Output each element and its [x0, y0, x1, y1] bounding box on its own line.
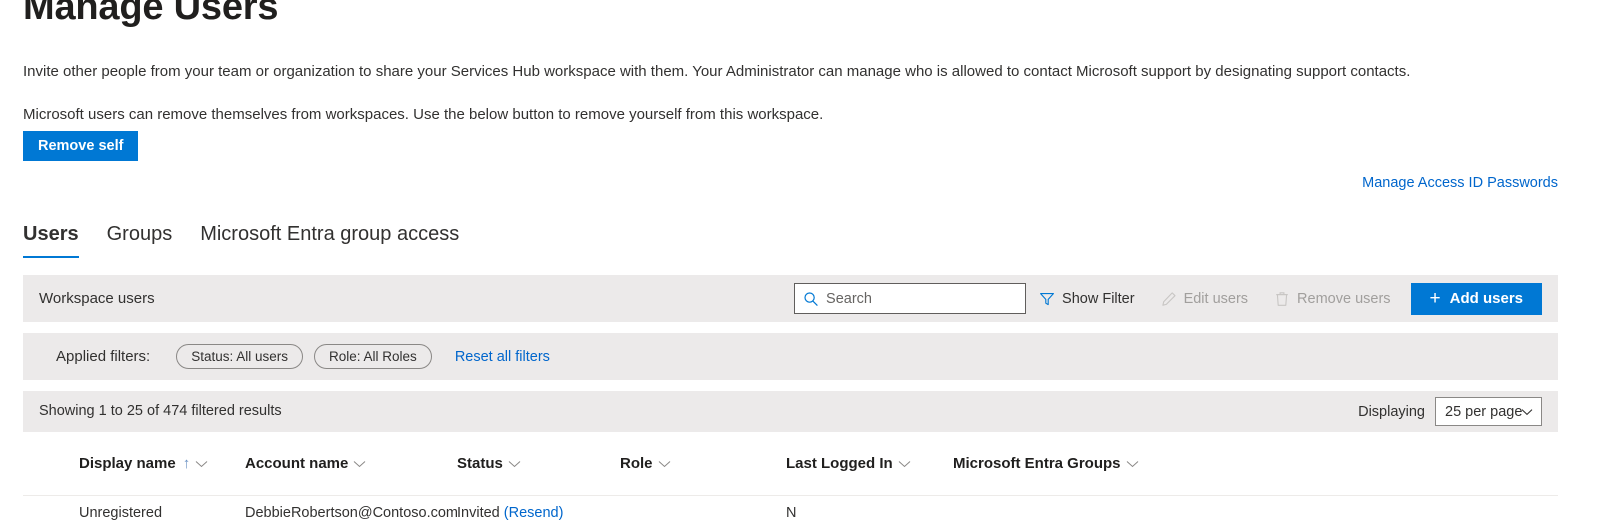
showing-results-text: Showing 1 to 25 of 474 filtered results [39, 403, 282, 419]
column-header-label: Last Logged In [786, 455, 893, 472]
users-table: Display name ↑ Account name Status Role … [23, 432, 1558, 529]
per-page-value: 25 per page [1445, 403, 1523, 420]
trash-icon [1276, 291, 1288, 306]
add-users-label: Add users [1449, 290, 1523, 307]
page-title: Manage Users [23, 0, 279, 28]
column-header-role[interactable]: Role [620, 455, 786, 472]
tab-microsoft-entra-group-access[interactable]: Microsoft Entra group access [200, 222, 459, 258]
resend-invite-link[interactable]: (Resend) [504, 505, 564, 521]
column-header-microsoft-entra-groups[interactable]: Microsoft Entra Groups [953, 455, 1213, 472]
tab-users[interactable]: Users [23, 222, 79, 258]
toolbar-band: Workspace users Show Filter Edit [23, 275, 1558, 322]
chevron-down-icon [1521, 408, 1533, 415]
column-header-status[interactable]: Status [457, 455, 620, 472]
edit-users-label: Edit users [1183, 290, 1249, 307]
remove-self-button[interactable]: Remove self [23, 131, 139, 161]
filter-chip-status[interactable]: Status: All users [176, 344, 304, 369]
search-input[interactable] [826, 290, 1012, 307]
column-header-label: Display name [79, 455, 176, 472]
filter-chip-role[interactable]: Role: All Roles [314, 344, 432, 369]
show-filter-button[interactable]: Show Filter [1026, 283, 1148, 314]
manage-users-page: Manage Users Invite other people from yo… [0, 0, 1622, 529]
filter-icon [1040, 292, 1054, 305]
edit-users-button[interactable]: Edit users [1148, 283, 1261, 314]
applied-filters-band: Applied filters: Status: All users Role:… [23, 333, 1558, 380]
displaying-control: Displaying 25 per page [1358, 391, 1542, 432]
workspace-users-title: Workspace users [39, 290, 155, 307]
column-header-display-name[interactable]: Display name ↑ [79, 455, 245, 472]
tab-bar: Users Groups Microsoft Entra group acces… [23, 222, 487, 258]
cell-account-name: DebbieRobertson@Contoso.com [245, 505, 458, 521]
applied-filters-label: Applied filters: [56, 348, 151, 365]
column-header-label: Microsoft Entra Groups [953, 455, 1121, 472]
applied-filters-row: Applied filters: Status: All users Role:… [56, 333, 550, 380]
results-summary-band: Showing 1 to 25 of 474 filtered results … [23, 391, 1558, 432]
chevron-down-icon [658, 460, 670, 467]
sort-ascending-icon: ↑ [182, 455, 191, 472]
search-box[interactable] [794, 283, 1027, 314]
status-text: Invited [457, 505, 500, 521]
reset-all-filters-link[interactable]: Reset all filters [455, 349, 550, 365]
table-header-row: Display name ↑ Account name Status Role … [23, 432, 1558, 496]
cell-display-name: Unregistered [79, 505, 163, 521]
chevron-down-icon [898, 460, 911, 467]
per-page-select[interactable]: 25 per page [1435, 397, 1542, 426]
show-filter-label: Show Filter [1062, 290, 1135, 307]
column-header-last-logged-in[interactable]: Last Logged In [786, 455, 953, 472]
toolbar-actions: Show Filter Edit users Remove users + Ad… [794, 275, 1542, 322]
manage-access-id-passwords-link[interactable]: Manage Access ID Passwords [1362, 175, 1558, 191]
remove-users-button[interactable]: Remove users [1261, 283, 1403, 314]
remove-users-label: Remove users [1297, 290, 1391, 307]
tab-groups[interactable]: Groups [107, 222, 173, 258]
pencil-icon [1161, 291, 1176, 306]
cell-last-logged-in: N [786, 505, 797, 521]
plus-icon: + [1429, 287, 1441, 309]
column-header-label: Account name [245, 455, 349, 472]
column-header-label: Role [620, 455, 653, 472]
column-header-label: Status [457, 455, 503, 472]
column-header-account-name[interactable]: Account name [245, 455, 457, 472]
cell-status: Invited (Resend) [457, 505, 620, 522]
chevron-down-icon [508, 460, 521, 467]
displaying-label: Displaying [1358, 403, 1425, 420]
chevron-down-icon [354, 460, 366, 467]
intro-paragraph-1: Invite other people from your team or or… [23, 63, 1411, 80]
chevron-down-icon [1126, 460, 1138, 467]
table-row[interactable]: Unregistered DebbieRobertson@Contoso.com… [23, 496, 1558, 529]
search-icon [804, 291, 818, 306]
chevron-down-icon [195, 460, 208, 467]
intro-paragraph-2: Microsoft users can remove themselves fr… [23, 106, 824, 123]
add-users-button[interactable]: + Add users [1410, 282, 1542, 315]
